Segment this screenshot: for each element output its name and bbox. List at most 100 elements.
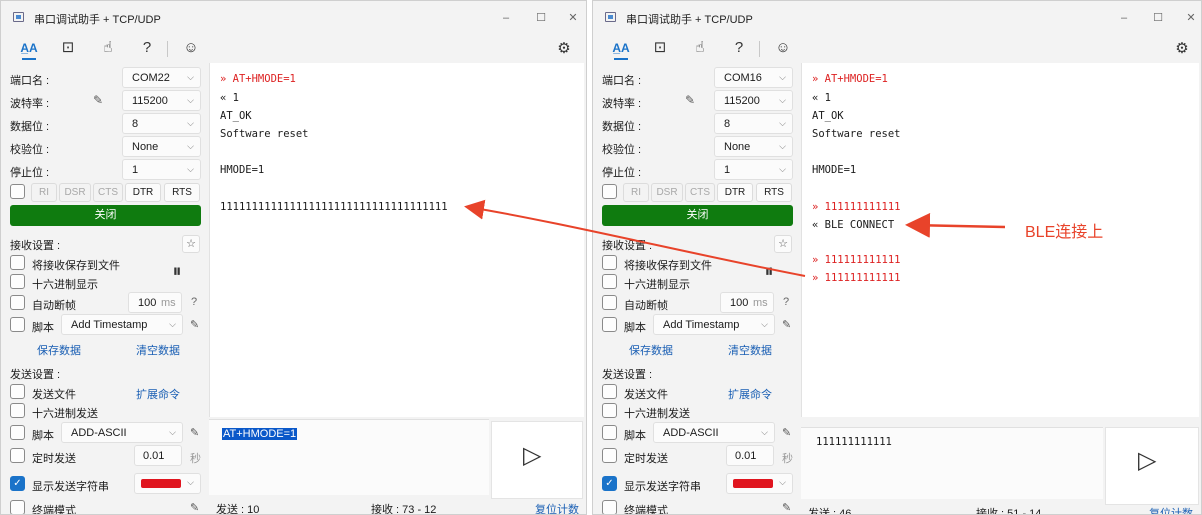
stopbits-select[interactable]: 1 ⌵ bbox=[122, 159, 201, 180]
stopbits-select[interactable]: 1 ⌵ bbox=[714, 159, 793, 180]
hex-send-checkbox[interactable] bbox=[10, 403, 25, 418]
timed-input[interactable]: 0.01 bbox=[726, 445, 774, 466]
pin-icon[interactable]: ✎ bbox=[93, 93, 103, 107]
auto-frame-input[interactable]: 100 ms bbox=[128, 292, 182, 313]
minimize-button[interactable]: – bbox=[497, 9, 515, 27]
rts-button[interactable]: RTS bbox=[756, 183, 792, 202]
show-send-checkbox[interactable]: ✓ bbox=[602, 476, 617, 491]
send-script-select[interactable]: ADD-ASCII ⌵ bbox=[61, 422, 183, 443]
save-to-file-checkbox[interactable] bbox=[10, 255, 25, 270]
dsr-button[interactable]: DSR bbox=[651, 183, 683, 202]
font-icon[interactable]: A̲A bbox=[17, 35, 41, 61]
clear-data-link[interactable]: 清空数据 bbox=[728, 342, 772, 358]
gear-icon[interactable]: ⚙ bbox=[553, 38, 575, 60]
close-port-button[interactable]: 关闭 bbox=[10, 205, 201, 226]
maximize-button[interactable]: ☐ bbox=[1149, 9, 1167, 27]
log-line: AT_OK bbox=[220, 110, 252, 122]
send-input[interactable]: AT+HMODE=1 bbox=[209, 419, 489, 495]
send-file-checkbox[interactable] bbox=[602, 384, 617, 399]
smile-icon[interactable]: ☺ bbox=[179, 35, 203, 61]
edit-icon[interactable]: ✎ bbox=[782, 318, 791, 331]
font-icon[interactable]: A̲A bbox=[609, 35, 633, 61]
color-picker[interactable]: ⌵ bbox=[134, 473, 201, 494]
wave-icon[interactable]: ⊡ bbox=[648, 35, 672, 61]
baud-select[interactable]: 115200 ⌵ bbox=[714, 90, 793, 111]
send-script-select[interactable]: ADD-ASCII ⌵ bbox=[653, 422, 775, 443]
minimize-button[interactable]: – bbox=[1115, 9, 1133, 27]
hand-icon[interactable]: ☝ bbox=[688, 35, 712, 61]
wave-icon[interactable]: ⊡ bbox=[56, 35, 80, 61]
timed-input[interactable]: 0.01 bbox=[134, 445, 182, 466]
databits-select[interactable]: 8 ⌵ bbox=[122, 113, 201, 134]
show-send-label: 显示发送字符串 bbox=[32, 481, 109, 493]
hex-display-checkbox[interactable] bbox=[602, 274, 617, 289]
port-select[interactable]: COM22 ⌵ bbox=[122, 67, 201, 88]
close-port-button[interactable]: 关闭 bbox=[602, 205, 793, 226]
color-picker[interactable]: ⌵ bbox=[726, 473, 793, 494]
script-select[interactable]: Add Timestamp ⌵ bbox=[61, 314, 183, 335]
edit-icon[interactable]: ✎ bbox=[190, 318, 199, 331]
parity-select[interactable]: None ⌵ bbox=[714, 136, 793, 157]
send-icon[interactable]: ▷ bbox=[523, 441, 541, 470]
edit-icon[interactable]: ✎ bbox=[782, 501, 791, 514]
gear-icon[interactable]: ⚙ bbox=[1171, 38, 1193, 60]
auto-frame-input[interactable]: 100 ms bbox=[720, 292, 774, 313]
dsr-button[interactable]: DSR bbox=[59, 183, 91, 202]
script-checkbox[interactable] bbox=[10, 317, 25, 332]
edit-icon[interactable]: ✎ bbox=[190, 501, 199, 514]
dtr-button[interactable]: DTR bbox=[717, 183, 753, 202]
help-icon[interactable]: ? bbox=[135, 35, 159, 61]
edit-icon[interactable]: ✎ bbox=[782, 426, 791, 439]
save-to-file-checkbox[interactable] bbox=[602, 255, 617, 270]
baud-select[interactable]: 115200 ⌵ bbox=[122, 90, 201, 111]
reset-count-link[interactable]: 复位计数 bbox=[1149, 505, 1193, 514]
timed-send-checkbox[interactable] bbox=[10, 448, 25, 463]
send-script-checkbox[interactable] bbox=[602, 425, 617, 440]
parity-select[interactable]: None ⌵ bbox=[122, 136, 201, 157]
send-script-checkbox[interactable] bbox=[10, 425, 25, 440]
signals-checkbox[interactable] bbox=[10, 184, 25, 199]
star-icon[interactable]: ☆ bbox=[774, 235, 792, 253]
timed-send-checkbox[interactable] bbox=[602, 448, 617, 463]
save-data-link[interactable]: 保存数据 bbox=[629, 342, 673, 358]
script-checkbox[interactable] bbox=[602, 317, 617, 332]
hand-icon[interactable]: ☝ bbox=[96, 35, 120, 61]
cts-button[interactable]: CTS bbox=[685, 183, 715, 202]
clear-data-link[interactable]: 清空数据 bbox=[136, 342, 180, 358]
show-send-checkbox[interactable]: ✓ bbox=[10, 476, 25, 491]
receive-log[interactable]: » AT+HMODE=1 « 1 AT_OK Software reset HM… bbox=[801, 63, 1199, 417]
reset-count-link[interactable]: 复位计数 bbox=[535, 501, 579, 514]
auto-frame-checkbox[interactable] bbox=[602, 295, 617, 310]
script-select[interactable]: Add Timestamp ⌵ bbox=[653, 314, 775, 335]
auto-frame-help[interactable]: ? bbox=[191, 296, 197, 308]
receive-log[interactable]: » AT+HMODE=1 « 1 AT_OK Software reset HM… bbox=[209, 63, 584, 417]
star-icon[interactable]: ☆ bbox=[182, 235, 200, 253]
terminal-mode-checkbox[interactable] bbox=[602, 500, 617, 514]
auto-frame-checkbox[interactable] bbox=[10, 295, 25, 310]
maximize-button[interactable]: ☐ bbox=[532, 9, 550, 27]
close-window-button[interactable]: ✕ bbox=[564, 9, 582, 27]
databits-select[interactable]: 8 ⌵ bbox=[714, 113, 793, 134]
hex-display-checkbox[interactable] bbox=[10, 274, 25, 289]
smile-icon[interactable]: ☺ bbox=[771, 35, 795, 61]
ri-button[interactable]: RI bbox=[31, 183, 57, 202]
edit-icon[interactable]: ✎ bbox=[190, 426, 199, 439]
title-bar: 串口调试助手 + TCP/UDP – ☐ ✕ bbox=[593, 1, 1201, 35]
signals-checkbox[interactable] bbox=[602, 184, 617, 199]
port-select[interactable]: COM16 ⌵ bbox=[714, 67, 793, 88]
send-input[interactable]: 111111111111 bbox=[801, 427, 1103, 499]
ri-button[interactable]: RI bbox=[623, 183, 649, 202]
auto-frame-help[interactable]: ? bbox=[783, 296, 789, 308]
save-data-link[interactable]: 保存数据 bbox=[37, 342, 81, 358]
send-file-checkbox[interactable] bbox=[10, 384, 25, 399]
dtr-button[interactable]: DTR bbox=[125, 183, 161, 202]
terminal-mode-checkbox[interactable] bbox=[10, 500, 25, 514]
rts-button[interactable]: RTS bbox=[164, 183, 200, 202]
send-icon[interactable]: ▷ bbox=[1138, 446, 1156, 475]
cts-button[interactable]: CTS bbox=[93, 183, 123, 202]
log-line: HMODE=1 bbox=[812, 164, 857, 176]
close-window-button[interactable]: ✕ bbox=[1182, 9, 1200, 27]
help-icon[interactable]: ? bbox=[727, 35, 751, 61]
pin-icon[interactable]: ✎ bbox=[685, 93, 695, 107]
hex-send-checkbox[interactable] bbox=[602, 403, 617, 418]
